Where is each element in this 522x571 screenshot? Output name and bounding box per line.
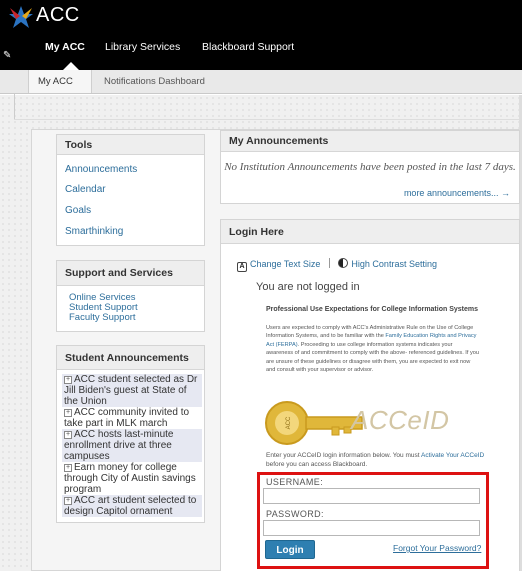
text-size-icon[interactable]: A — [237, 262, 247, 272]
divider — [328, 258, 330, 268]
top-header: ACC ✎ My ACC Library Services Blackboard… — [0, 0, 522, 70]
divider — [14, 119, 522, 120]
svg-text:ACC: ACC — [286, 416, 292, 429]
expand-plus-icon[interactable]: + — [64, 464, 72, 472]
tool-link-announcements[interactable]: Announcements — [65, 164, 137, 175]
expand-plus-icon[interactable]: + — [64, 497, 72, 505]
nav-tab-blackboard-support[interactable]: Blackboard Support — [202, 41, 294, 53]
logo-text[interactable]: ACC — [36, 4, 80, 27]
support-link-faculty-support[interactable]: Faculty Support — [69, 312, 136, 323]
tool-link-smarthinking[interactable]: Smarthinking — [65, 226, 123, 237]
my-announcements-title: My Announcements — [221, 131, 519, 152]
announcement-text[interactable]: ACC hosts last-minute enrollment drive a… — [64, 429, 173, 462]
announcement-text[interactable]: Earn money for college through City of A… — [64, 462, 196, 495]
list-item[interactable]: + ACC hosts last-minute enrollment drive … — [62, 429, 202, 462]
pencil-icon[interactable]: ✎ — [3, 50, 11, 61]
active-tab-caret — [63, 62, 79, 70]
list-item[interactable]: + Earn money for college through City of … — [62, 462, 202, 495]
expand-plus-icon[interactable]: + — [64, 376, 72, 384]
list-item[interactable]: + ACC art student selected to design Capi… — [62, 495, 202, 517]
list-item[interactable]: + ACC community invited to take part in M… — [62, 407, 202, 429]
announcement-text[interactable]: ACC student selected as Dr Jill Biden's … — [64, 374, 197, 407]
student-announcements-panel: Student Announcements + ACC student selec… — [56, 345, 205, 523]
instruction-text: before you can access Blackboard. — [266, 461, 368, 468]
announcement-text[interactable]: ACC community invited to take part in ML… — [64, 407, 189, 429]
tool-link-calendar[interactable]: Calendar — [65, 184, 106, 195]
pue-body-text: . Proceeding to use college information … — [266, 341, 479, 374]
my-announcements-panel: My Announcements No Institution Announce… — [220, 130, 520, 204]
login-title: Login Here — [221, 220, 519, 244]
username-label: USERNAME: — [266, 477, 324, 487]
pue-title: Professional Use Expectations for Colleg… — [266, 306, 478, 313]
support-title: Support and Services — [57, 261, 204, 286]
support-services-panel: Support and Services Online Services Stu… — [56, 260, 205, 332]
password-label: PASSWORD: — [266, 509, 324, 519]
tools-panel: Tools Announcements Calendar Goals Smart… — [56, 134, 205, 246]
subtab-my-acc[interactable]: My ACC — [28, 70, 92, 93]
tool-link-goals[interactable]: Goals — [65, 205, 91, 216]
login-instructions: Enter your ACCeID login information belo… — [266, 451, 488, 469]
nav-tab-library-services[interactable]: Library Services — [105, 41, 180, 53]
expand-plus-icon[interactable]: + — [64, 431, 72, 439]
change-text-size-link[interactable]: Change Text Size — [250, 259, 320, 269]
nav-tab-my-acc[interactable]: My ACC — [45, 41, 85, 53]
password-input[interactable] — [263, 520, 480, 536]
high-contrast-link[interactable]: High Contrast Setting — [351, 259, 437, 269]
list-item[interactable]: + ACC student selected as Dr Jill Biden's… — [62, 374, 202, 407]
login-button[interactable]: Login — [265, 540, 315, 559]
student-announcements-title: Student Announcements — [57, 346, 204, 370]
forgot-password-link[interactable]: Forgot Your Password? — [393, 543, 481, 553]
contrast-icon[interactable] — [338, 258, 349, 268]
sub-navigation: My ACC Notifications Dashboard — [0, 70, 522, 94]
not-logged-in-text: You are not logged in — [256, 281, 360, 293]
instruction-text: Enter your ACCeID login information belo… — [266, 452, 422, 459]
accessibility-options: A Change Text Size High Contrast Setting — [237, 258, 437, 272]
more-announcements-link[interactable]: more announcements... → — [404, 188, 510, 198]
announcement-list: + ACC student selected as Dr Jill Biden's… — [62, 374, 202, 517]
pue-body: Users are expected to comply with ACC's … — [266, 324, 480, 374]
divider — [14, 94, 15, 120]
expand-plus-icon[interactable]: + — [64, 409, 72, 417]
no-announcements-text: No Institution Announcements have been p… — [224, 161, 516, 173]
acceid-logo-text: ACCeID — [351, 405, 450, 435]
activate-acceid-link[interactable]: Activate Your ACCeID — [421, 452, 484, 459]
announcement-text[interactable]: ACC art student selected to design Capit… — [64, 495, 196, 517]
tools-title: Tools — [57, 135, 204, 155]
acc-logo-star-icon — [9, 6, 33, 28]
username-input[interactable] — [263, 488, 480, 504]
subtab-notifications-dashboard[interactable]: Notifications Dashboard — [104, 70, 205, 93]
